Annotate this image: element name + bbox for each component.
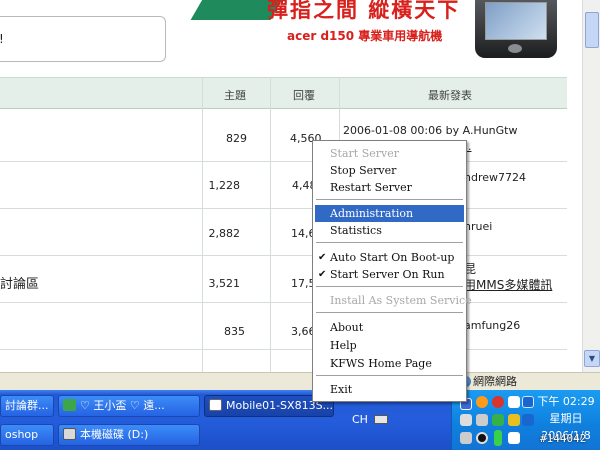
menu-item-label: KFWS Home Page [330, 357, 432, 370]
gps-device-image [475, 0, 557, 58]
topic-count: 3,521 [208, 277, 241, 290]
tray-disc-icon[interactable] [476, 432, 488, 444]
menu-separator [316, 242, 463, 244]
table-row[interactable]: 829 4,560 2006-01-08 00:06 by A.HunGtw .… [0, 115, 567, 162]
menu-item-administration[interactable]: Administration [315, 205, 464, 222]
latest-post[interactable]: nruei [464, 220, 492, 233]
tray-security-icon[interactable] [508, 414, 520, 426]
messenger-icon [63, 399, 76, 411]
menu-item-start-server[interactable]: Start Server [315, 145, 464, 162]
vertical-scrollbar[interactable]: ▼ [582, 0, 600, 372]
taskbar-button[interactable]: 討論群... [0, 395, 54, 417]
scroll-down-arrow-icon[interactable]: ▼ [584, 350, 600, 367]
latest-post-link[interactable]: 用MMS多媒體訊 [464, 276, 552, 293]
menu-item-exit[interactable]: Exit [315, 381, 464, 398]
menu-item-label: Stop Server [330, 164, 397, 177]
menu-item-statistics[interactable]: Statistics [315, 222, 464, 239]
menu-item-label: Install As System Service [330, 294, 472, 307]
server-context-menu: Start Server Stop Server Restart Server … [312, 140, 472, 402]
notice-box: ! [0, 16, 166, 62]
shield-icon[interactable] [492, 414, 504, 426]
keyboard-icon[interactable] [374, 415, 388, 424]
clock-time: 下午 02:29 [537, 395, 595, 408]
banner-subline: acer d150 專業車用導航機 [287, 29, 443, 43]
menu-item-label: Start Server On Run [330, 268, 445, 281]
scrollbar-thumb[interactable] [585, 12, 599, 48]
menu-item-install-service[interactable]: Install As System Service [315, 292, 472, 309]
bluetooth-icon[interactable] [522, 414, 534, 426]
forum-page: 彈指之間 縱橫天下 acer d150 專業車用導航機 ! 主題 回覆 最新發表… [0, 0, 600, 372]
latest-post[interactable]: ndrew7724 [464, 171, 526, 184]
menu-item-start-on-run[interactable]: ✔ Start Server On Run [315, 266, 464, 283]
tray-orange-icon[interactable] [476, 396, 488, 408]
table-row[interactable]: 討論區 3,521 17,5 昆 用MMS多媒體訊 [0, 256, 567, 303]
menu-item-label: Administration [330, 207, 414, 220]
menu-item-label: About [330, 321, 364, 334]
menu-item-label: Auto Start On Boot-up [330, 251, 455, 264]
drive-icon [63, 428, 76, 440]
menu-item-restart-server[interactable]: Restart Server [315, 179, 464, 196]
menu-separator [316, 375, 463, 377]
taskbar-button-label: 討論群... [5, 399, 49, 412]
header-latest: 最新發表 [428, 89, 472, 102]
tray-network-icon[interactable] [508, 396, 520, 408]
ad-banner[interactable]: 彈指之間 縱橫天下 acer d150 專業車用導航機 [190, 0, 577, 66]
latest-post[interactable]: 2006-01-08 00:06 by A.HunGtw [343, 124, 518, 137]
menu-item-auto-start[interactable]: ✔ Auto Start On Boot-up [315, 249, 464, 266]
menu-item-label: Start Server [330, 147, 399, 160]
topic-count: 1,228 [208, 179, 241, 192]
taskbar-button-label: oshop [5, 428, 39, 441]
gps-device-screen [485, 2, 547, 40]
menu-item-label: Restart Server [330, 181, 412, 194]
header-replies: 回覆 [293, 89, 315, 102]
menu-item-label: Exit [330, 383, 353, 396]
check-icon: ✔ [318, 252, 327, 263]
menu-separator [316, 312, 463, 314]
gps-device-knob [508, 44, 522, 53]
forum-table-header: 主題 回覆 最新發表 [0, 77, 567, 109]
topic-count: 835 [224, 325, 245, 338]
taskbar-button[interactable]: 本機磁碟 (D:) [58, 424, 200, 446]
forum-title[interactable]: 討論區 [0, 273, 39, 292]
taskbar-button-label: 本機磁碟 (D:) [80, 428, 149, 441]
browser-status-bar: 網際網路 [0, 372, 600, 390]
taskbar: 討論群... ♡ 王小盃 ♡ 遠... Mobile01-SX813S... o… [0, 390, 600, 450]
menu-item-help[interactable]: Help [315, 337, 464, 354]
taskbar-button[interactable]: ♡ 王小盃 ♡ 遠... [58, 395, 200, 417]
security-zone-label: 網際網路 [473, 375, 517, 388]
table-row[interactable]: 1,228 4,48 ndrew7724 [0, 162, 567, 209]
tray-wireless-icon[interactable] [460, 432, 472, 444]
check-icon: ✔ [318, 269, 327, 280]
topic-count: 829 [226, 132, 247, 145]
menu-item-stop-server[interactable]: Stop Server [315, 162, 464, 179]
menu-item-home-page[interactable]: KFWS Home Page [315, 355, 464, 372]
header-topics: 主題 [224, 89, 246, 102]
table-row[interactable]: 835 3,66 amfung26 [0, 303, 567, 350]
notice-text: ! [0, 32, 4, 46]
taskbar-button[interactable]: oshop [0, 424, 54, 446]
clock-weekday: 星期日 [549, 412, 583, 425]
image-tag: #144042 [540, 432, 587, 445]
security-zone: 網際網路 [456, 374, 591, 389]
tray-signal-icon[interactable] [508, 432, 520, 444]
menu-item-label: Statistics [330, 224, 382, 237]
window-icon [209, 399, 222, 411]
banner-headline: 彈指之間 縱橫天下 [267, 0, 461, 22]
latest-post[interactable]: amfung26 [464, 319, 520, 332]
tray-red-icon[interactable] [492, 396, 504, 408]
menu-item-label: Help [330, 339, 357, 352]
taskbar-button-label: ♡ 王小盃 ♡ 遠... [80, 399, 165, 412]
menu-item-about[interactable]: About [315, 319, 464, 336]
bluetooth-icon[interactable] [522, 396, 534, 408]
tray-speaker-icon[interactable] [476, 414, 488, 426]
menu-separator [316, 286, 463, 288]
tray-tool-icon[interactable] [460, 414, 472, 426]
table-row[interactable]: 2,882 14,6 nruei [0, 209, 567, 256]
topic-count: 2,882 [208, 227, 241, 240]
battery-icon[interactable] [494, 430, 502, 446]
menu-separator [316, 199, 463, 201]
language-indicator[interactable]: CH [352, 413, 368, 426]
